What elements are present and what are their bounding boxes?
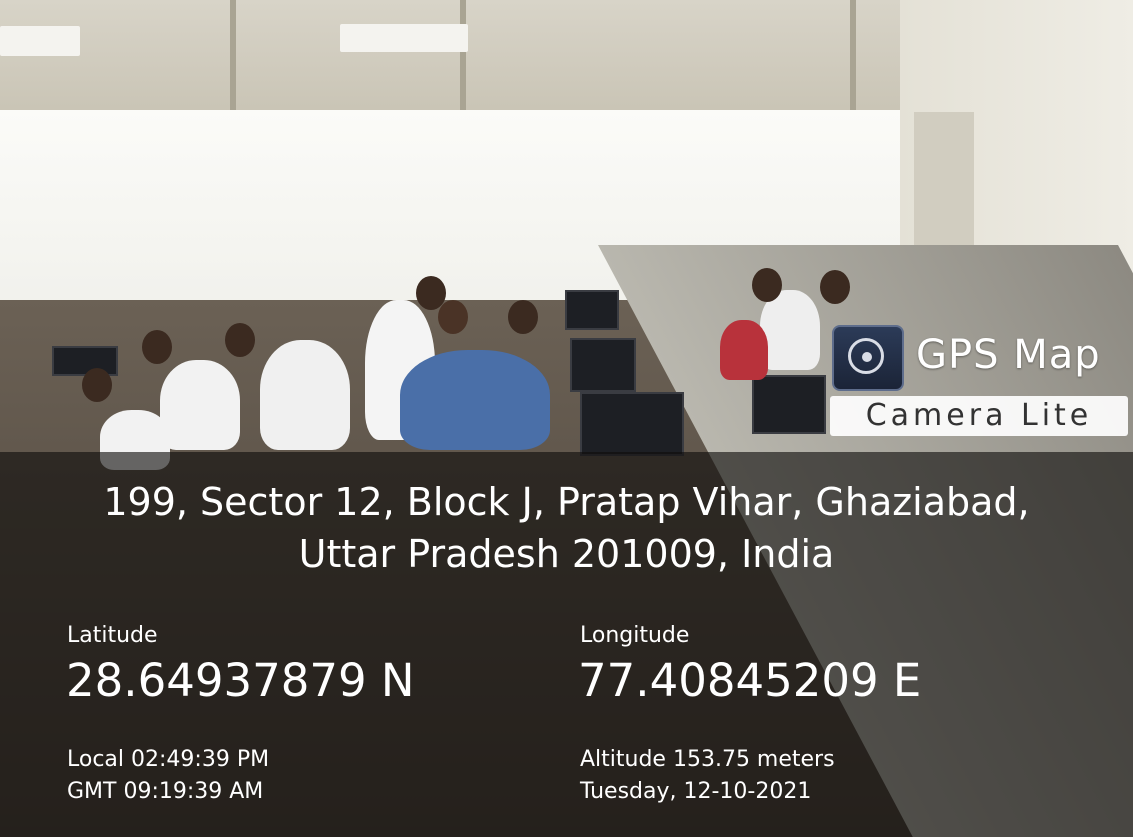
camera-lens-icon [832,325,904,391]
photo-frame: GPS Map Camera Lite 199, Sector 12, Bloc… [0,0,1133,837]
lens-center [862,352,872,362]
ceiling-beam [850,0,856,115]
brand-subtitle: Camera Lite [830,396,1128,436]
longitude-value: 77.40845209 E [578,654,922,707]
longitude-label: Longitude [580,623,690,648]
student [720,320,768,380]
ceiling-light [0,26,80,56]
altitude-text: Altitude 153.75 meters [580,747,835,772]
brand-title: GPS Map [916,332,1101,378]
student [160,360,240,450]
monitor [580,392,684,456]
student [260,340,350,450]
teacher [400,350,550,450]
date-text: Tuesday, 12-10-2021 [580,779,812,804]
head [142,330,172,364]
head [225,323,255,357]
gmt-time: GMT 09:19:39 AM [67,779,264,804]
address-text: 199, Sector 12, Block J, Pratap Vihar, G… [103,480,1030,576]
head [82,368,112,402]
latitude-label: Latitude [67,623,158,648]
head [820,270,850,304]
head [416,276,446,310]
ceiling-light [340,24,468,52]
monitor [52,346,118,376]
head [752,268,782,302]
ceiling-beam [230,0,236,115]
ceiling-beam [460,0,466,115]
monitor [752,375,826,434]
student [760,290,820,370]
head [508,300,538,334]
local-time: Local 02:49:39 PM [67,747,270,772]
latitude-value: 28.64937879 N [66,654,415,707]
monitor [565,290,619,330]
head [438,300,468,334]
monitor [570,338,636,392]
